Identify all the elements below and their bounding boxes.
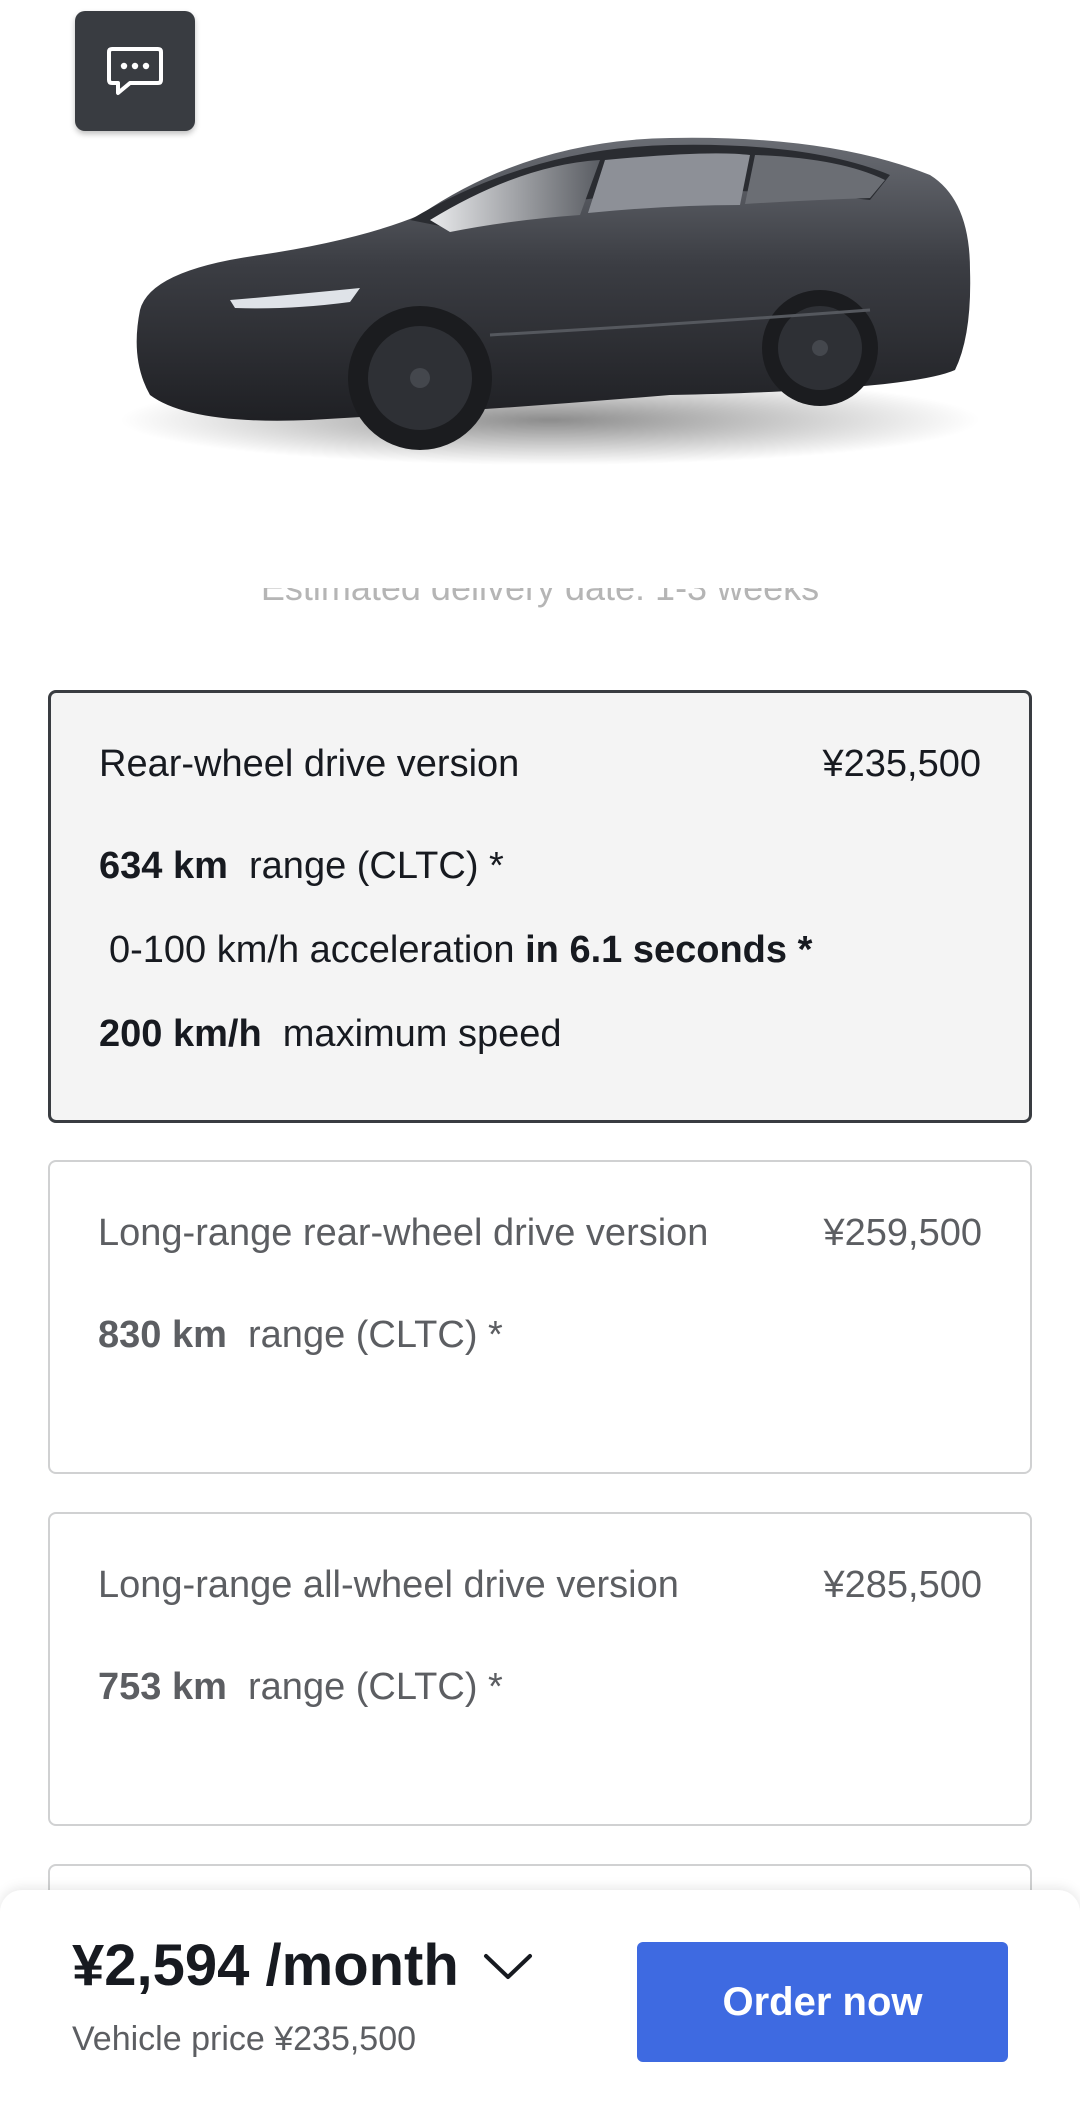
trim-name: Long-range rear-wheel drive version [98,1212,709,1254]
spec-range: 830 km range (CLTC) * [98,1314,503,1356]
trim-name: Long-range all-wheel drive version [98,1564,679,1606]
monthly-price: ¥2,594 /month [72,1933,459,1998]
chat-icon [107,47,163,95]
spec-range: 753 km range (CLTC) * [98,1666,503,1708]
vehicle-price: Vehicle price ¥235,500 [72,2020,417,2058]
spec-range: 634 km range (CLTC) * [99,845,504,887]
chat-button[interactable] [75,11,195,131]
trim-card-long-range-rwd[interactable]: Long-range rear-wheel drive version ¥259… [48,1160,1032,1474]
trim-price: ¥259,500 [823,1212,983,1254]
trim-price: ¥285,500 [823,1564,983,1606]
monthly-price-toggle[interactable]: ¥2,594 /month [72,1932,533,1999]
spec-acceleration: 0-100 km/h acceleration in 6.1 seconds * [109,929,813,971]
trim-name: Rear-wheel drive version [99,743,520,785]
chevron-down-icon [483,1953,532,1979]
trim-price: ¥235,500 [822,743,982,785]
order-now-button[interactable]: Order now [637,1942,1008,2062]
order-bar: ¥2,594 /month Vehicle price ¥235,500 Ord… [0,1890,1080,2109]
trim-card-long-range-awd[interactable]: Long-range all-wheel drive version ¥285,… [48,1512,1032,1826]
spec-top-speed: 200 km/h maximum speed [99,1013,562,1055]
trim-card-rwd[interactable]: Rear-wheel drive version ¥235,500 634 km… [48,690,1032,1123]
car-image [120,137,980,465]
delivery-estimate: Estimated delivery date: 1-3 weeks [0,588,1080,620]
